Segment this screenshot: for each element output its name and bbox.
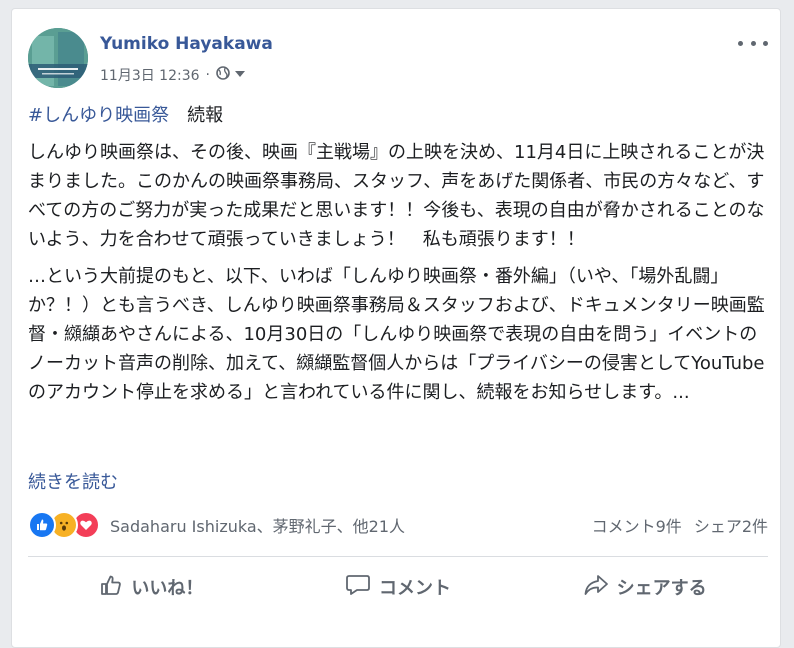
reaction-names[interactable]: Sadaharu Ishizuka、茅野礼子、他21人 bbox=[110, 513, 405, 537]
post-body: #しんゆり映画祭 続報 しんゆり映画祭は、その後、映画『主戦場』の上映を決め、1… bbox=[28, 101, 768, 415]
share-count[interactable]: シェア2件 bbox=[694, 513, 768, 537]
like-button-label: いいね！ bbox=[131, 578, 204, 599]
reaction-icons[interactable] bbox=[28, 511, 100, 539]
audience-dropdown-icon[interactable] bbox=[234, 67, 246, 83]
author-name[interactable]: Yumiko Hayakawa bbox=[100, 34, 273, 54]
post-paragraph-2: …という大前提のもと、以下、いわば「しんゆり映画祭・番外編」（いや、「場外乱闘」… bbox=[28, 266, 765, 403]
share-button-label: シェアする bbox=[616, 578, 707, 599]
comment-button-label: コメント bbox=[379, 578, 451, 599]
meta-separator: · bbox=[205, 67, 210, 83]
avatar-image bbox=[28, 28, 88, 88]
read-more-link[interactable]: 続きを読む bbox=[28, 468, 118, 494]
comment-bubble-icon bbox=[345, 573, 371, 602]
reactions-bar: Sadaharu Ishizuka、茅野礼子、他21人 コメント9件 シェア2件 bbox=[28, 509, 768, 541]
like-reaction-icon bbox=[28, 511, 56, 539]
post-paragraph-1: しんゆり映画祭は、その後、映画『主戦場』の上映を決め、11月4日に上映されること… bbox=[28, 142, 765, 250]
post-heading-text: 続報 bbox=[169, 105, 224, 126]
comment-count[interactable]: コメント9件 bbox=[592, 513, 682, 537]
post-meta: 11月3日 12:36 · bbox=[100, 65, 246, 85]
thumbs-up-icon bbox=[99, 573, 123, 602]
divider bbox=[28, 556, 768, 557]
post-heading: #しんゆり映画祭 続報 bbox=[28, 101, 768, 130]
globe-icon[interactable] bbox=[216, 66, 230, 84]
engagement-counts: コメント9件 シェア2件 bbox=[592, 513, 768, 537]
hashtag-link[interactable]: #しんゆり映画祭 bbox=[28, 105, 169, 126]
action-bar: いいね！ コメント シェアする bbox=[28, 565, 768, 609]
like-button[interactable]: いいね！ bbox=[28, 565, 275, 609]
more-options-icon[interactable] bbox=[738, 31, 768, 55]
comment-button[interactable]: コメント bbox=[275, 565, 522, 609]
post-card: Yumiko Hayakawa 11月3日 12:36 · #しんゆり映画祭 続… bbox=[11, 8, 781, 648]
share-button[interactable]: シェアする bbox=[521, 565, 768, 609]
avatar[interactable] bbox=[28, 28, 88, 88]
share-arrow-icon bbox=[583, 573, 609, 602]
post-timestamp[interactable]: 11月3日 12:36 bbox=[100, 65, 200, 85]
